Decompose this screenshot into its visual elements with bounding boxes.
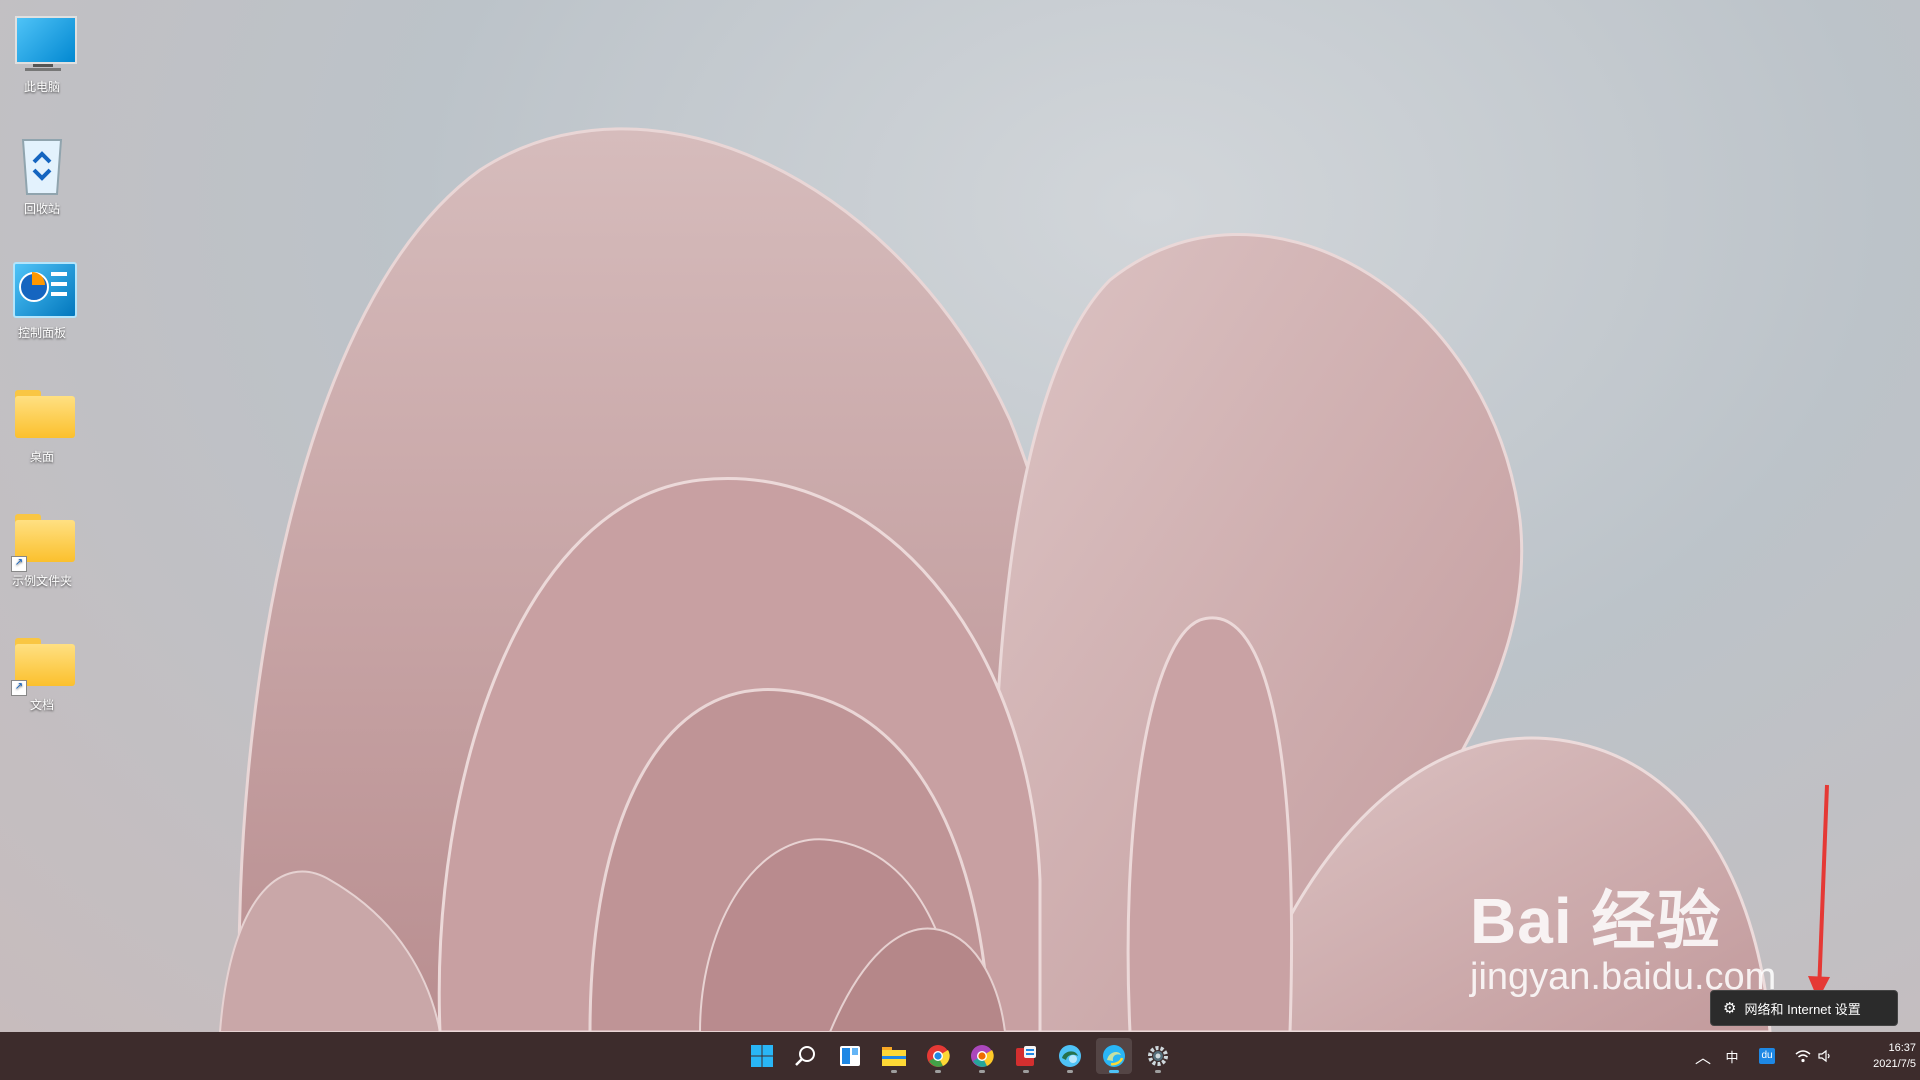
network-settings-tooltip: ⚙ 网络和 Internet 设置	[1710, 990, 1898, 1026]
volume-icon	[1818, 1049, 1830, 1063]
taskbar: ︿ 中 du 16:37 2021/7/5	[0, 1032, 1920, 1080]
wps-icon	[1016, 1046, 1036, 1066]
desktop-icon-desktop-folder[interactable]: 桌面	[4, 382, 80, 465]
running-indicator	[935, 1070, 941, 1073]
desktop-icon-control-panel[interactable]: 控制面板	[4, 258, 80, 341]
show-hidden-icons-button[interactable]: ︿	[1690, 1032, 1716, 1080]
ime-indicator[interactable]: 中	[1718, 1032, 1746, 1080]
folder-shortcut-icon: ↗	[9, 630, 75, 696]
settings-button[interactable]	[1140, 1038, 1176, 1074]
desktop-icon-sample-folder[interactable]: ↗ 示例文件夹	[4, 506, 80, 589]
folder-icon	[9, 382, 75, 444]
widgets-icon	[840, 1046, 860, 1066]
running-indicator	[891, 1070, 897, 1073]
running-indicator	[979, 1070, 985, 1073]
watermark-logo: Bai 经验	[1470, 885, 1722, 957]
desktop-icon-label: 此电脑	[23, 80, 60, 94]
search-icon	[795, 1046, 815, 1066]
clock[interactable]: 16:37 2021/7/5	[1840, 1032, 1916, 1080]
desktop-icon-label: 文档	[29, 698, 54, 712]
baidu-app-icon: du	[1759, 1048, 1775, 1064]
recycle-bin-icon	[9, 134, 75, 196]
annotation-arrow	[1808, 784, 1830, 1000]
running-indicator	[1067, 1070, 1073, 1073]
edge-icon	[1103, 1045, 1125, 1067]
chrome-button[interactable]	[920, 1038, 956, 1074]
wifi-status[interactable]	[1792, 1032, 1814, 1080]
desktop-icon-label: 回收站	[23, 202, 60, 216]
settings-gear-icon	[1148, 1046, 1168, 1066]
chevron-up-icon: ︿	[1694, 1050, 1711, 1067]
edge-beta-icon	[1059, 1045, 1081, 1067]
desktop-icon-recycle-bin[interactable]: 回收站	[4, 134, 80, 217]
control-panel-icon	[9, 258, 77, 320]
desktop-icon-documents[interactable]: ↗ 文档	[4, 630, 80, 713]
widgets-button[interactable]	[832, 1038, 868, 1074]
chrome-canary-icon	[971, 1045, 994, 1067]
desktop-icon-label: 示例文件夹	[11, 574, 72, 588]
clock-time: 16:37	[1888, 1042, 1916, 1054]
chrome-canary-button[interactable]	[964, 1038, 1000, 1074]
shortcut-arrow-icon: ↗	[11, 680, 27, 696]
file-explorer-icon	[882, 1047, 906, 1066]
tooltip-text: 网络和 Internet 设置	[1744, 1001, 1861, 1017]
desktop-icon-this-pc[interactable]: 此电脑	[4, 12, 80, 95]
chrome-icon	[927, 1045, 950, 1067]
baidu-jingyan-watermark: Bai 经验 jingyan.baidu.com	[1470, 870, 1776, 999]
gear-icon: ⚙	[1723, 1000, 1737, 1017]
edge-beta-button[interactable]	[1052, 1038, 1088, 1074]
start-button[interactable]	[744, 1038, 780, 1074]
volume-status[interactable]	[1814, 1032, 1836, 1080]
wps-button[interactable]	[1008, 1038, 1044, 1074]
ime-label: 中	[1725, 1049, 1739, 1065]
shortcut-arrow-icon: ↗	[11, 556, 27, 572]
running-indicator	[1023, 1070, 1029, 1073]
running-indicator	[1155, 1070, 1161, 1073]
clock-date: 2021/7/5	[1873, 1058, 1916, 1070]
wifi-icon	[1795, 1050, 1811, 1063]
tray-app-baidu[interactable]: du	[1752, 1032, 1782, 1080]
file-explorer-button[interactable]	[876, 1038, 912, 1074]
windows-logo-icon	[751, 1045, 773, 1067]
desktop-icon-label: 控制面板	[17, 326, 66, 340]
desktop-icon-label: 桌面	[29, 450, 54, 464]
folder-shortcut-icon: ↗	[9, 506, 75, 572]
computer-icon	[9, 12, 77, 74]
search-button[interactable]	[788, 1038, 824, 1074]
active-indicator	[1109, 1070, 1119, 1073]
edge-button[interactable]	[1096, 1038, 1132, 1074]
